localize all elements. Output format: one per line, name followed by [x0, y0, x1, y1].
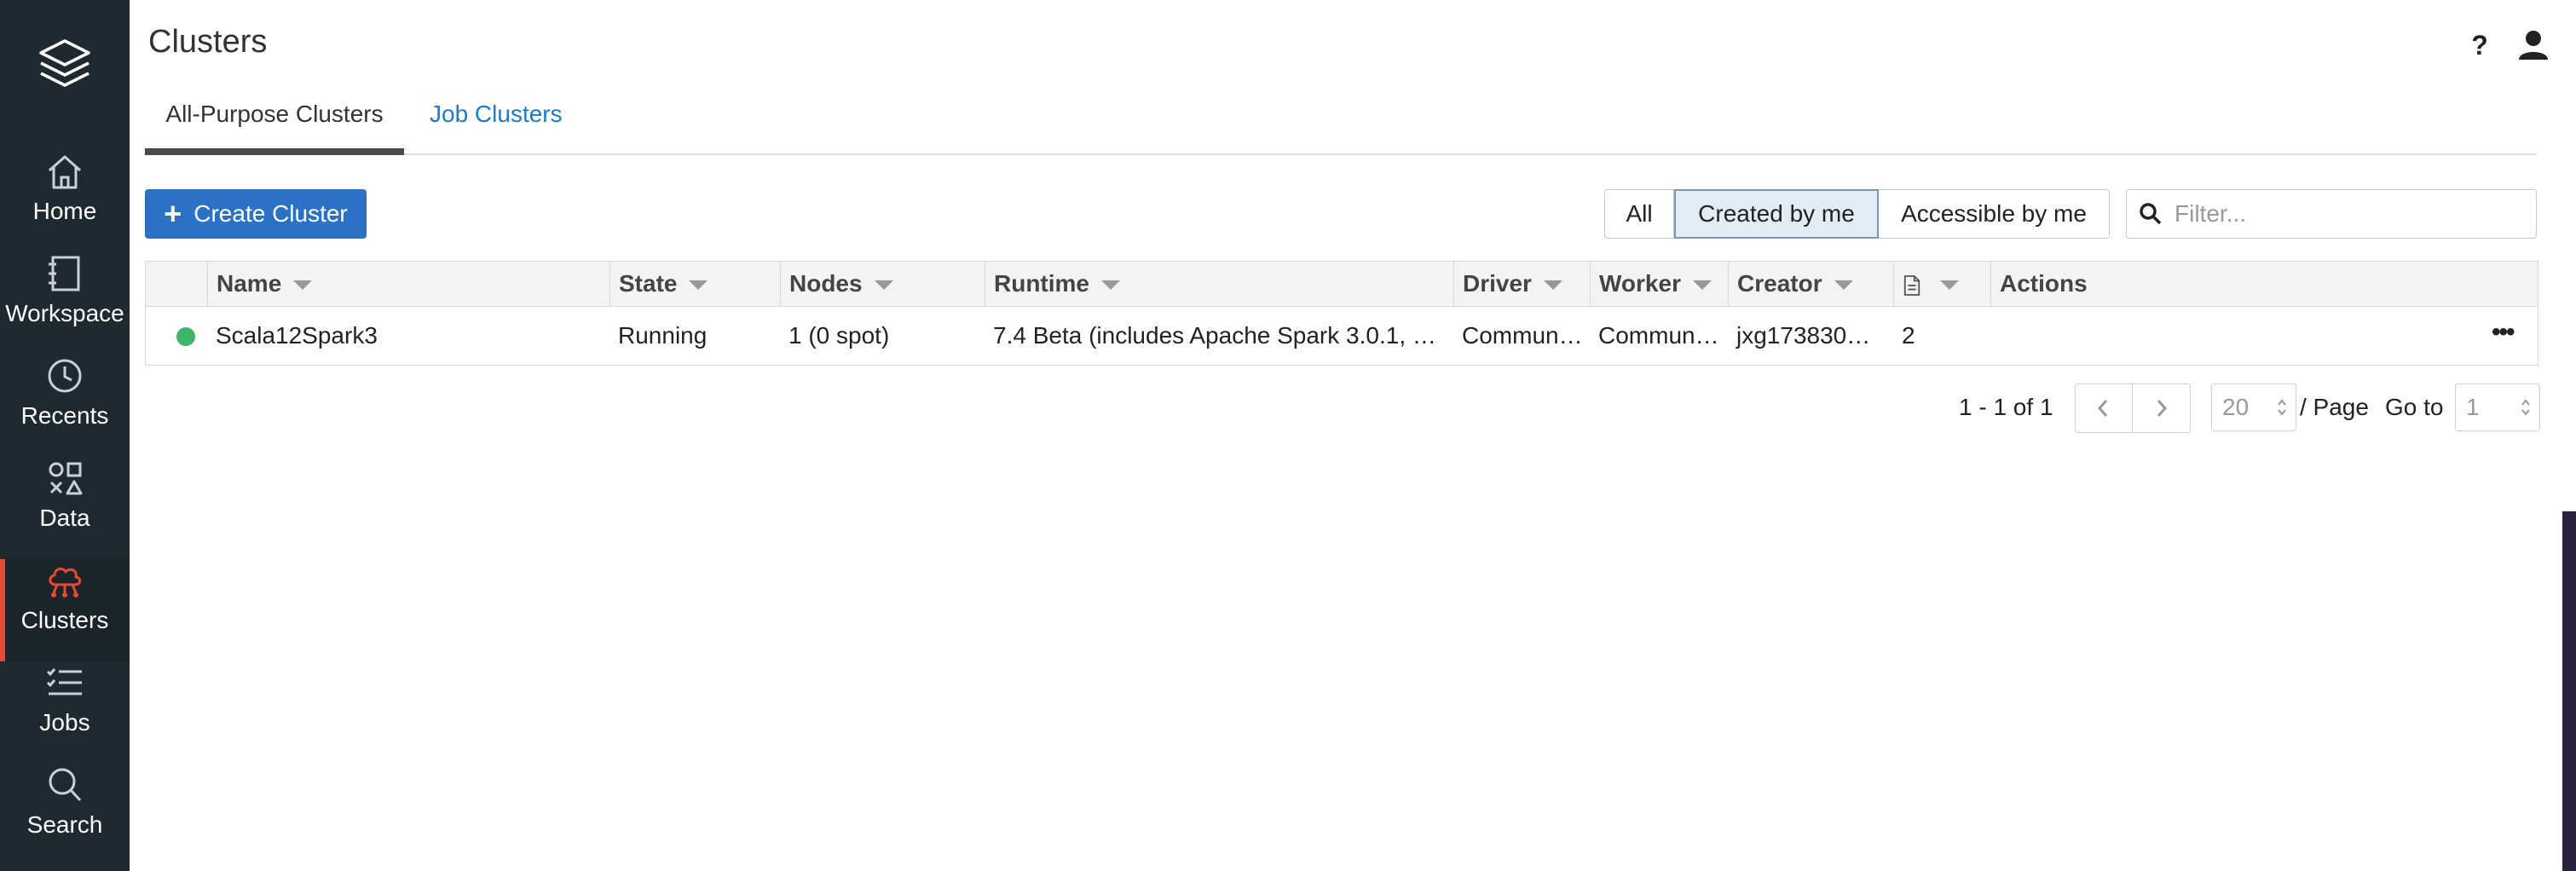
- clusters-table: Name State Nodes Runtime Driver Worker C…: [145, 261, 2538, 366]
- sidebar-item-clusters[interactable]: Clusters: [0, 559, 130, 661]
- sort-caret-icon[interactable]: [1101, 280, 1120, 291]
- search-icon: [49, 768, 82, 802]
- next-page-button[interactable]: [2132, 384, 2189, 432]
- scope-accessible-by-me-button[interactable]: Accessible by me: [1879, 189, 2110, 239]
- scope-toggle: All Created by me Accessible by me: [1604, 189, 2110, 239]
- page-title: Clusters: [148, 24, 268, 60]
- previous-page-button[interactable]: [2076, 384, 2132, 432]
- go-to-page-stepper[interactable]: 1: [2455, 384, 2540, 431]
- column-label: Worker: [1599, 270, 1681, 297]
- table-row[interactable]: Scala12Spark3 Running 1 (0 spot) 7.4 Bet…: [146, 307, 2538, 365]
- cluster-worker: Community Optimized: [1598, 322, 1719, 349]
- sidebar-item-workspace[interactable]: Workspace: [0, 252, 130, 355]
- search-icon: [2140, 203, 2162, 225]
- column-label: Name: [217, 270, 282, 297]
- sort-caret-icon[interactable]: [689, 280, 708, 291]
- column-header-status: [146, 262, 207, 306]
- scope-all-button[interactable]: All: [1604, 189, 1674, 239]
- column-header-notebooks[interactable]: [1893, 262, 1990, 306]
- cluster-state: Running: [618, 322, 708, 349]
- cluster-runtime: 7.4 Beta (includes Apache Spark 3.0.1, S…: [993, 322, 1445, 349]
- column-label: Creator: [1737, 270, 1822, 297]
- go-to-page-value: 1: [2466, 394, 2480, 420]
- per-page-label: / Page: [2300, 394, 2369, 420]
- column-label: Runtime: [994, 270, 1089, 297]
- sidebar-item-label: Recents: [20, 402, 109, 429]
- column-header-runtime[interactable]: Runtime: [985, 262, 1453, 306]
- create-cluster-button[interactable]: + Create Cluster: [145, 189, 367, 239]
- sidebar: Home Workspace Recents Data Clusters Job…: [0, 0, 130, 871]
- desktop-background-edge: [2562, 511, 2576, 871]
- sidebar-item-label: Search: [26, 811, 103, 838]
- jobs-icon: [46, 668, 82, 695]
- cluster-notebooks-count[interactable]: 2: [1893, 307, 1978, 365]
- sort-caret-icon[interactable]: [874, 280, 893, 291]
- sidebar-item-data[interactable]: Data: [0, 457, 130, 559]
- tab-bar: All-Purpose Clusters Job Clusters: [145, 90, 2537, 155]
- table-header: Name State Nodes Runtime Driver Worker C…: [146, 262, 2538, 307]
- stepper-arrows-icon[interactable]: [2521, 396, 2531, 418]
- go-to-label: Go to: [2385, 394, 2444, 420]
- cluster-nodes: 1 (0 spot): [788, 322, 890, 349]
- sort-caret-icon[interactable]: [293, 280, 313, 291]
- filter-input[interactable]: [2173, 199, 2517, 228]
- workspace-icon: [49, 256, 80, 291]
- clock-icon: [48, 359, 82, 393]
- sidebar-item-label: Jobs: [39, 709, 90, 735]
- chevron-left-icon: [2097, 400, 2108, 417]
- notebook-icon: [1903, 274, 1920, 296]
- sidebar-item-label: Data: [39, 505, 90, 531]
- tab-job-clusters[interactable]: Job Clusters: [430, 101, 563, 152]
- databricks-logo-icon[interactable]: [38, 34, 92, 102]
- column-header-driver[interactable]: Driver: [1453, 262, 1590, 306]
- page-size-stepper[interactable]: 20: [2211, 384, 2296, 431]
- column-header-creator[interactable]: Creator: [1728, 262, 1893, 306]
- cluster-creator: jxg173830@utdallas.edu: [1736, 322, 1885, 349]
- create-cluster-label: Create Cluster: [193, 200, 348, 227]
- column-header-name[interactable]: Name: [207, 262, 609, 306]
- sidebar-item-jobs[interactable]: Jobs: [0, 661, 130, 764]
- cluster-driver: Community Optimized: [1462, 322, 1583, 349]
- page-size-value: 20: [2222, 394, 2250, 420]
- status-running-icon: [176, 327, 195, 346]
- column-header-state[interactable]: State: [609, 262, 780, 306]
- column-header-nodes[interactable]: Nodes: [780, 262, 985, 306]
- sort-caret-icon[interactable]: [1939, 280, 1959, 291]
- clusters-icon: [49, 568, 82, 597]
- scope-created-by-me-button[interactable]: Created by me: [1674, 189, 1879, 239]
- cluster-name-link[interactable]: Scala12Spark3: [207, 307, 609, 365]
- stepper-arrows-icon[interactable]: [2277, 396, 2287, 418]
- sort-caret-icon[interactable]: [1834, 280, 1853, 291]
- column-header-actions: Actions: [1990, 262, 2538, 306]
- sort-caret-icon[interactable]: [1692, 280, 1712, 291]
- sidebar-item-home[interactable]: Home: [0, 150, 130, 252]
- sidebar-item-recents[interactable]: Recents: [0, 355, 130, 457]
- filter-box: [2126, 189, 2537, 239]
- home-icon: [49, 155, 81, 189]
- help-icon[interactable]: ?: [2465, 31, 2494, 60]
- main-content: Clusters ? All-Purpose Clusters Job Clus…: [130, 0, 2576, 871]
- sidebar-item-search[interactable]: Search: [0, 764, 130, 866]
- pagination-buttons: [2075, 384, 2191, 433]
- column-label: Nodes: [789, 270, 863, 297]
- column-header-worker[interactable]: Worker: [1590, 262, 1728, 306]
- tab-all-purpose-clusters[interactable]: All-Purpose Clusters: [145, 101, 404, 155]
- column-label: Driver: [1463, 270, 1532, 297]
- sidebar-item-label: Clusters: [20, 607, 109, 633]
- column-label: State: [619, 270, 678, 297]
- data-icon: [49, 462, 83, 495]
- sidebar-item-label: Home: [32, 198, 97, 224]
- user-icon[interactable]: [2516, 27, 2550, 61]
- pagination-range: 1 - 1 of 1: [1959, 394, 2053, 420]
- sort-caret-icon[interactable]: [1543, 280, 1562, 291]
- plus-icon: +: [164, 196, 182, 231]
- sidebar-item-label: Workspace: [5, 300, 124, 326]
- more-actions-icon[interactable]: •••: [2492, 307, 2515, 365]
- chevron-right-icon: [2157, 400, 2168, 417]
